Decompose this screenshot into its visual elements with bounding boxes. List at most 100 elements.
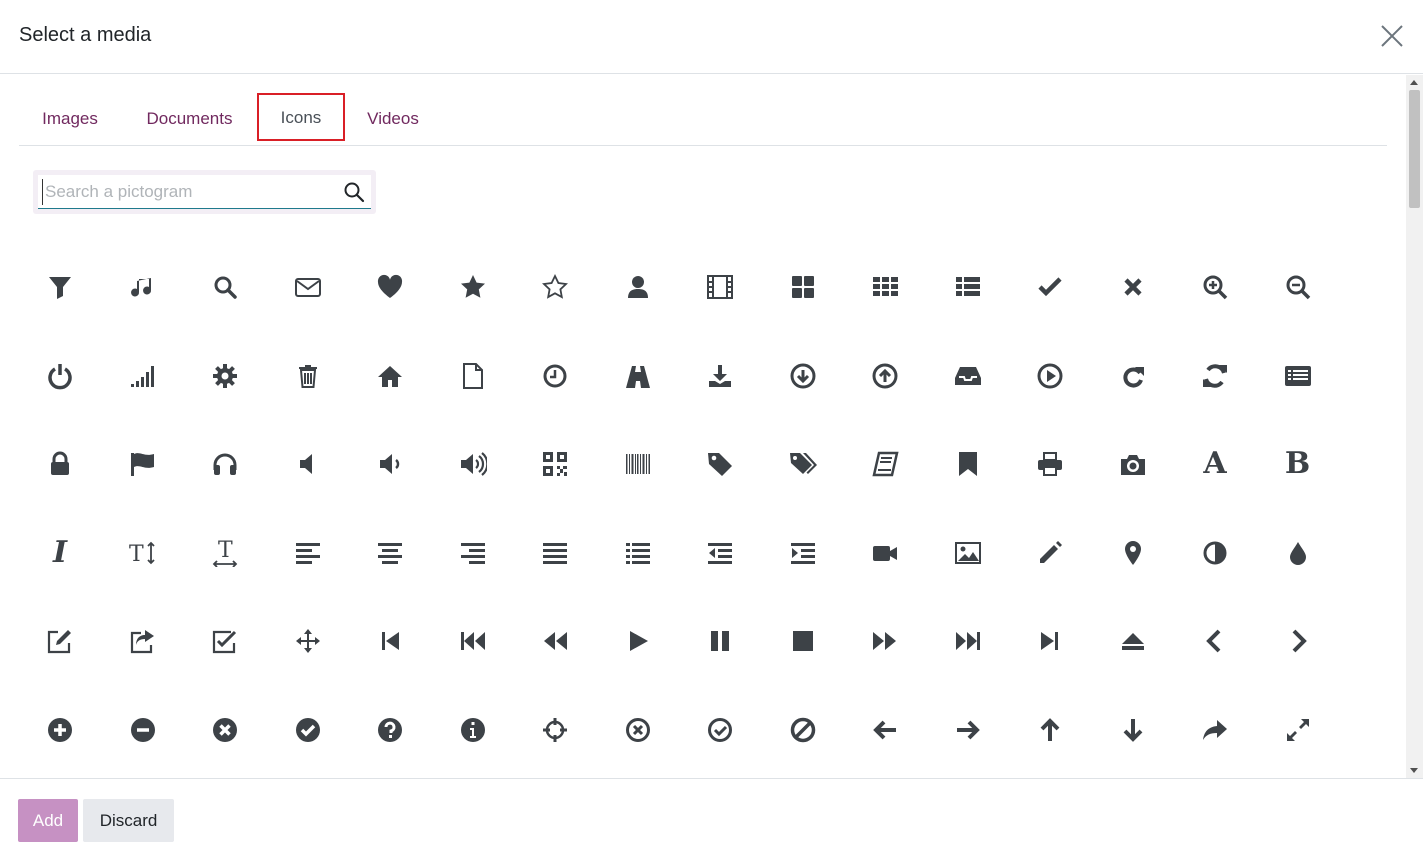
tags-icon[interactable]	[762, 420, 844, 508]
tag-icon[interactable]	[679, 420, 761, 508]
tab-icons[interactable]: Icons	[257, 93, 345, 141]
book-icon[interactable]	[844, 420, 926, 508]
plus-circle-icon[interactable]	[19, 686, 101, 774]
pencil-icon[interactable]	[1009, 509, 1091, 597]
times-circle-o-icon[interactable]	[597, 686, 679, 774]
align-justify-icon[interactable]	[514, 509, 596, 597]
volume-down-icon[interactable]	[349, 420, 431, 508]
user-icon[interactable]	[597, 243, 679, 331]
minus-circle-icon[interactable]	[102, 686, 184, 774]
clock-icon[interactable]	[514, 332, 596, 420]
picture-icon[interactable]	[927, 509, 1009, 597]
search-minus-icon[interactable]	[1257, 243, 1339, 331]
video-camera-icon[interactable]	[844, 509, 926, 597]
volume-up-icon[interactable]	[432, 420, 514, 508]
arrow-left-icon[interactable]	[844, 686, 926, 774]
info-circle-icon[interactable]	[432, 686, 514, 774]
italic-icon[interactable]: I	[19, 509, 101, 597]
search-icon[interactable]	[184, 243, 266, 331]
list-icon[interactable]	[597, 509, 679, 597]
times-icon[interactable]	[1092, 243, 1174, 331]
envelope-icon[interactable]	[267, 243, 349, 331]
scroll-up-arrow[interactable]	[1410, 80, 1418, 85]
signal-icon[interactable]	[102, 332, 184, 420]
check-square-icon[interactable]	[184, 597, 266, 685]
filter-icon[interactable]	[19, 243, 101, 331]
road-icon[interactable]	[597, 332, 679, 420]
arrow-up-icon[interactable]	[1009, 686, 1091, 774]
arrow-circle-up-icon[interactable]	[844, 332, 926, 420]
map-marker-icon[interactable]	[1092, 509, 1174, 597]
inbox-icon[interactable]	[927, 332, 1009, 420]
step-backward-icon[interactable]	[349, 597, 431, 685]
qrcode-icon[interactable]	[514, 420, 596, 508]
star-o-icon[interactable]	[514, 243, 596, 331]
tab-videos[interactable]: Videos	[357, 93, 429, 141]
stop-icon[interactable]	[762, 597, 844, 685]
play-icon[interactable]	[597, 597, 679, 685]
scroll-down-arrow[interactable]	[1410, 768, 1418, 773]
bold-icon[interactable]: B	[1257, 420, 1339, 508]
edit-icon[interactable]	[19, 597, 101, 685]
align-center-icon[interactable]	[349, 509, 431, 597]
th-large-icon[interactable]	[762, 243, 844, 331]
refresh-icon[interactable]	[1174, 332, 1256, 420]
crosshairs-icon[interactable]	[514, 686, 596, 774]
expand-icon[interactable]	[1257, 686, 1339, 774]
question-circle-icon[interactable]	[349, 686, 431, 774]
film-icon[interactable]	[679, 243, 761, 331]
share-icon[interactable]	[1174, 686, 1256, 774]
tab-documents[interactable]: Documents	[134, 93, 245, 141]
bookmark-icon[interactable]	[927, 420, 1009, 508]
heart-icon[interactable]	[349, 243, 431, 331]
search-input[interactable]	[42, 179, 337, 205]
play-circle-icon[interactable]	[1009, 332, 1091, 420]
arrow-down-icon[interactable]	[1092, 686, 1174, 774]
flag-icon[interactable]	[102, 420, 184, 508]
chevron-right-icon[interactable]	[1257, 597, 1339, 685]
headphones-icon[interactable]	[184, 420, 266, 508]
scrollbar-thumb[interactable]	[1409, 90, 1420, 208]
volume-off-icon[interactable]	[267, 420, 349, 508]
check-circle-o-icon[interactable]	[679, 686, 761, 774]
times-circle-icon[interactable]	[184, 686, 266, 774]
search-icon[interactable]	[343, 181, 365, 203]
font-icon[interactable]: A	[1174, 420, 1256, 508]
file-o-icon[interactable]	[432, 332, 514, 420]
forward-icon[interactable]	[844, 597, 926, 685]
indent-icon[interactable]	[762, 509, 844, 597]
add-button[interactable]: Add	[18, 799, 78, 842]
tint-icon[interactable]	[1257, 509, 1339, 597]
search-plus-icon[interactable]	[1174, 243, 1256, 331]
repeat-icon[interactable]	[1092, 332, 1174, 420]
share-square-icon[interactable]	[102, 597, 184, 685]
fast-backward-icon[interactable]	[432, 597, 514, 685]
cog-icon[interactable]	[184, 332, 266, 420]
home-icon[interactable]	[349, 332, 431, 420]
camera-icon[interactable]	[1092, 420, 1174, 508]
pause-icon[interactable]	[679, 597, 761, 685]
lock-icon[interactable]	[19, 420, 101, 508]
eject-icon[interactable]	[1092, 597, 1174, 685]
backward-icon[interactable]	[514, 597, 596, 685]
text-width-icon[interactable]: T	[184, 509, 266, 597]
star-icon[interactable]	[432, 243, 514, 331]
discard-button[interactable]: Discard	[83, 799, 174, 842]
chevron-left-icon[interactable]	[1174, 597, 1256, 685]
print-icon[interactable]	[1009, 420, 1091, 508]
ban-icon[interactable]	[762, 686, 844, 774]
text-height-icon[interactable]: T	[102, 509, 184, 597]
power-off-icon[interactable]	[19, 332, 101, 420]
trash-icon[interactable]	[267, 332, 349, 420]
close-icon[interactable]	[1378, 22, 1406, 50]
arrows-icon[interactable]	[267, 597, 349, 685]
outdent-icon[interactable]	[679, 509, 761, 597]
adjust-icon[interactable]	[1174, 509, 1256, 597]
align-right-icon[interactable]	[432, 509, 514, 597]
check-icon[interactable]	[1009, 243, 1091, 331]
arrow-right-icon[interactable]	[927, 686, 1009, 774]
th-icon[interactable]	[844, 243, 926, 331]
fast-forward-icon[interactable]	[927, 597, 1009, 685]
step-forward-icon[interactable]	[1009, 597, 1091, 685]
th-list-icon[interactable]	[927, 243, 1009, 331]
